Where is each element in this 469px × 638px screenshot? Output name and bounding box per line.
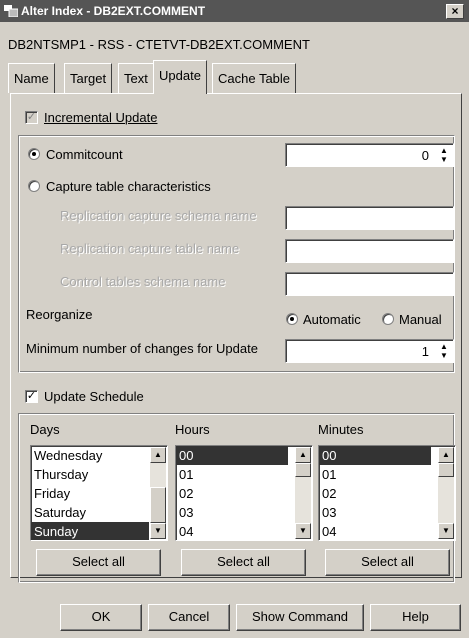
update-schedule-checkbox[interactable]: ✓ — [25, 390, 38, 403]
commitcount-label: Commitcount — [46, 147, 123, 162]
title-bar: Alter Index - DB2EXT.COMMENT × — [0, 0, 469, 22]
manual-label: Manual — [399, 312, 442, 327]
app-icon — [4, 5, 18, 17]
minutes-header: Minutes — [318, 422, 364, 437]
automatic-radio[interactable] — [286, 313, 298, 325]
list-item[interactable]: 02 — [319, 484, 455, 503]
incremental-update-checkbox[interactable]: ✓ — [25, 111, 38, 124]
spin-down-icon[interactable]: ▼ — [437, 155, 451, 164]
spin-arrows[interactable]: ▲ ▼ — [437, 146, 451, 164]
minutes-select-all-button[interactable]: Select all — [325, 549, 450, 576]
list-item[interactable]: 01 — [319, 465, 455, 484]
check-icon: ✓ — [26, 111, 37, 123]
list-item[interactable]: 02 — [176, 484, 312, 503]
scroll-thumb[interactable] — [150, 487, 166, 523]
scroll-down-icon[interactable]: ▼ — [295, 523, 311, 539]
capture-schema-label: Replication capture schema name — [60, 208, 257, 223]
list-item[interactable]: Saturday — [31, 503, 167, 522]
spin-up-icon[interactable]: ▲ — [437, 342, 451, 351]
days-scrollbar[interactable]: ▲ ▼ — [150, 447, 166, 539]
list-item[interactable]: 04 — [176, 522, 312, 540]
capture-table-radio[interactable] — [28, 180, 40, 192]
spin-down-icon[interactable]: ▼ — [437, 351, 451, 360]
min-changes-label: Minimum number of changes for Update — [26, 341, 258, 356]
list-item[interactable]: 03 — [176, 503, 312, 522]
days-list[interactable]: Wednesday Thursday Friday Saturday Sunda… — [30, 445, 168, 541]
update-schedule-label: Update Schedule — [44, 389, 144, 404]
capture-schema-input[interactable] — [285, 206, 454, 230]
list-item[interactable]: 01 — [176, 465, 312, 484]
list-item[interactable]: Wednesday — [31, 446, 167, 465]
control-schema-input[interactable] — [285, 272, 454, 296]
ok-button[interactable]: OK — [60, 604, 142, 631]
scroll-thumb[interactable] — [295, 463, 311, 477]
hours-scrollbar[interactable]: ▲ ▼ — [295, 447, 311, 539]
hours-list[interactable]: 00 01 02 03 04 ▲ ▼ — [175, 445, 313, 541]
tab-name[interactable]: Name — [8, 63, 55, 93]
scroll-up-icon[interactable]: ▲ — [150, 447, 166, 463]
tab-update[interactable]: Update — [153, 60, 207, 94]
list-item[interactable]: 04 — [319, 522, 455, 540]
days-header: Days — [30, 422, 60, 437]
object-path: DB2NTSMP1 - RSS - CTETVT-DB2EXT.COMMENT — [8, 37, 310, 52]
min-changes-value: 1 — [421, 344, 429, 359]
minutes-list[interactable]: 00 01 02 03 04 ▲ ▼ — [318, 445, 456, 541]
tab-cache-table[interactable]: Cache Table — [212, 63, 297, 93]
help-button[interactable]: Help — [370, 604, 461, 631]
scroll-down-icon[interactable]: ▼ — [438, 523, 454, 539]
list-item-selected[interactable]: 00 — [319, 446, 431, 465]
scroll-up-icon[interactable]: ▲ — [295, 447, 311, 463]
hours-header: Hours — [175, 422, 210, 437]
close-button[interactable]: × — [446, 4, 464, 19]
list-item[interactable]: Thursday — [31, 465, 167, 484]
days-select-all-button[interactable]: Select all — [36, 549, 161, 576]
capture-table-name-input[interactable] — [285, 239, 454, 263]
scroll-thumb[interactable] — [438, 463, 454, 477]
list-item[interactable]: Friday — [31, 484, 167, 503]
scroll-up-icon[interactable]: ▲ — [438, 447, 454, 463]
show-command-button[interactable]: Show Command — [236, 604, 364, 631]
tab-target[interactable]: Target — [64, 63, 113, 93]
list-item[interactable]: 03 — [319, 503, 455, 522]
incremental-update-label: Incremental Update — [44, 110, 158, 125]
window-title: Alter Index - DB2EXT.COMMENT — [21, 4, 206, 18]
close-icon: × — [451, 4, 459, 18]
hours-select-all-button[interactable]: Select all — [181, 549, 306, 576]
capture-table-name-label: Replication capture table name — [60, 241, 240, 256]
commitcount-value: 0 — [421, 148, 429, 163]
automatic-label: Automatic — [303, 312, 361, 327]
capture-table-label: Capture table characteristics — [46, 179, 211, 194]
control-schema-label: Control tables schema name — [60, 274, 226, 289]
tab-text[interactable]: Text — [118, 63, 154, 93]
commitcount-spinner[interactable]: 0 ▲ ▼ — [285, 143, 454, 167]
spin-up-icon[interactable]: ▲ — [437, 146, 451, 155]
spin-arrows[interactable]: ▲ ▼ — [437, 342, 451, 360]
commitcount-radio[interactable] — [28, 148, 40, 160]
list-item-selected[interactable]: Sunday — [31, 522, 149, 540]
reorganize-label: Reorganize — [26, 307, 93, 322]
check-icon: ✓ — [26, 390, 37, 402]
cancel-button[interactable]: Cancel — [148, 604, 230, 631]
manual-radio[interactable] — [382, 313, 394, 325]
list-item-selected[interactable]: 00 — [176, 446, 288, 465]
min-changes-spinner[interactable]: 1 ▲ ▼ — [285, 339, 454, 363]
scroll-down-icon[interactable]: ▼ — [150, 523, 166, 539]
minutes-scrollbar[interactable]: ▲ ▼ — [438, 447, 454, 539]
